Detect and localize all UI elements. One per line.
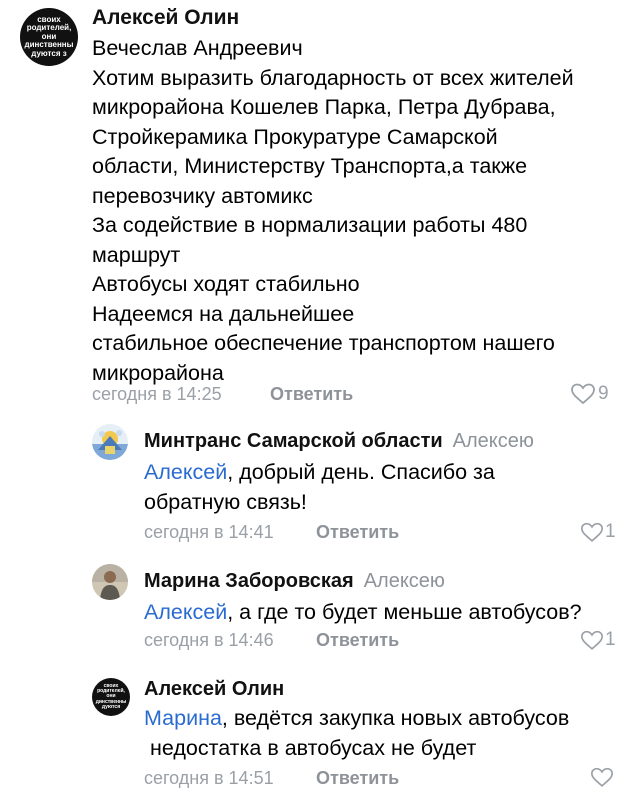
reply-author[interactable]: Марина Заборовская Алексею [144, 570, 445, 593]
reply-to-label[interactable]: Алексею [453, 430, 534, 452]
comment-line: Надеемся на дальнейшее [92, 301, 355, 326]
reply-line: обратную связь! [144, 489, 307, 514]
like-count: 9 [598, 383, 609, 404]
reply-author[interactable]: Алексей Олин [144, 678, 284, 701]
reply-timestamp: сегодня в 14:41 [144, 522, 274, 542]
like-button[interactable]: 1 [580, 521, 616, 543]
reply-body: Алексей, а где то будет меньше автобусов… [144, 598, 582, 628]
like-count: 1 [605, 629, 616, 650]
like-button[interactable]: 9 [570, 383, 609, 405]
comment-main: своих родителей, они динственны дуются з… [0, 0, 636, 410]
user-photo-icon [92, 564, 128, 600]
heart-icon [581, 630, 603, 650]
comment-timestamp: сегодня в 14:25 [92, 384, 222, 404]
avatar-text: своих родителей, они динственны дуются [95, 682, 127, 710]
comment-line: перевозчику автомикс [92, 183, 313, 208]
ministry-logo-icon [92, 424, 128, 460]
reply-body: Марина, ведётся закупка новых автобусов … [144, 704, 569, 763]
reply-line: недостатка в автобусах не будет [144, 735, 477, 760]
comment-line: Вечеслав Андреевич [92, 36, 303, 60]
avatar[interactable]: своих родителей, они динственны дуются [92, 678, 130, 716]
comment-line: микрорайона Кошелев Парка, Петра Дубрава… [92, 95, 556, 119]
comment-line: области, Министерству Транспорта,а также [92, 154, 528, 178]
comment-line: Автобусы ходят стабильно [92, 272, 360, 296]
reply-line: Алексей, а где то будет меньше автобусов… [144, 600, 582, 624]
comment-line: стабильное обеспечение транспортом нашег… [92, 331, 555, 355]
reply-author-name[interactable]: Минтранс Самарской области [144, 430, 443, 452]
comment-line: Стройкерамика Прокуратуре Самарской [92, 124, 498, 149]
mention-link[interactable]: Алексей [144, 460, 227, 484]
reply: своих родителей, они динственны дуются А… [0, 672, 636, 800]
avatar[interactable] [92, 424, 128, 460]
comment-author[interactable]: Алексей Олин [92, 6, 239, 30]
reply-button[interactable]: Ответить [270, 384, 353, 405]
like-button[interactable]: 1 [580, 629, 616, 651]
reply-timestamp: сегодня в 14:46 [144, 630, 274, 650]
mention-link[interactable]: Марина [144, 706, 222, 730]
reply-button[interactable]: Ответить [316, 522, 399, 543]
mention-link[interactable]: Алексей [144, 600, 227, 624]
reply-author[interactable]: Минтранс Самарской области Алексею [144, 430, 534, 453]
heart-icon [571, 383, 595, 405]
comment-line: маршрут [92, 242, 181, 267]
reply: Минтранс Самарской области Алексею Алексе… [0, 420, 636, 550]
avatar-text: своих родителей, они динственны дуются з [24, 15, 74, 58]
reply-to-label[interactable]: Алексею [364, 570, 445, 592]
like-button[interactable] [590, 767, 614, 788]
reply-body: Алексей, добрый день. Спасибо за обратну… [144, 458, 495, 517]
heart-icon [581, 522, 603, 542]
comment-line: За содействие в нормализации работы 480 [92, 213, 528, 237]
reply-timestamp: сегодня в 14:51 [144, 768, 274, 788]
reply-line: Алексей, добрый день. Спасибо за [144, 460, 495, 484]
reply-line: Марина, ведётся закупка новых автобусов [144, 706, 570, 730]
comment-line: Хотим выразить благодарность от всех жит… [92, 65, 574, 90]
heart-icon [591, 767, 613, 787]
reply: Марина Заборовская Алексею Алексей, а где… [0, 560, 636, 670]
avatar[interactable]: своих родителей, они динственны дуются з [20, 8, 78, 66]
reply-button[interactable]: Ответить [316, 630, 399, 651]
like-count: 1 [605, 521, 616, 542]
reply-button[interactable]: Ответить [316, 768, 399, 789]
comment-body: Вечеслав Андреевич Хотим выразить благод… [92, 34, 574, 388]
avatar[interactable] [92, 564, 128, 600]
reply-author-name[interactable]: Марина Заборовская [144, 570, 354, 592]
reply-author-name[interactable]: Алексей Олин [144, 678, 284, 700]
